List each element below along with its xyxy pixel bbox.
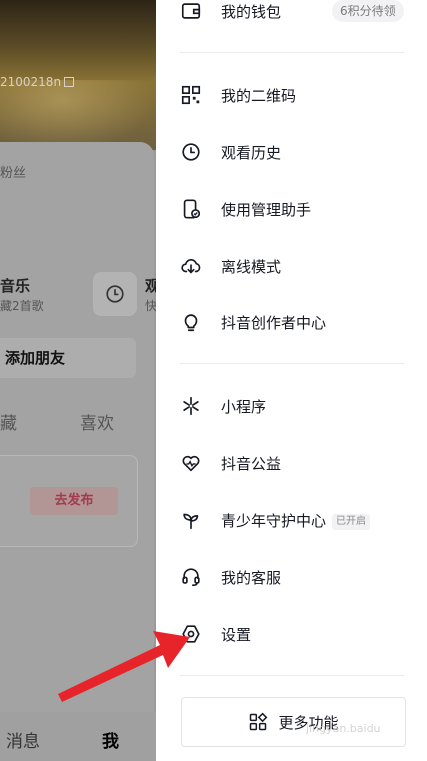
divider — [180, 52, 404, 53]
phone-manage-icon — [180, 198, 202, 220]
menu-item-label: 观看历史 — [221, 143, 282, 162]
nav-me[interactable]: 我 — [102, 727, 119, 752]
menu-item-label: 我的二维码 — [221, 86, 297, 105]
menu-item-creator-center[interactable]: 抖音创作者中心 — [156, 300, 427, 344]
teen-protection-label: 青少年守护中心 — [221, 511, 327, 530]
enabled-tag: 已开启 — [332, 513, 371, 530]
points-badge[interactable]: 6积分待领 — [332, 0, 404, 22]
menu-item-label: 小程序 — [221, 397, 267, 416]
menu-item-label: 我的钱包 — [221, 2, 282, 21]
add-friend-label: 添加朋友 — [5, 349, 66, 367]
publish-button[interactable]: 去发布 — [30, 487, 118, 515]
add-friend-button[interactable]: 添加朋友 — [0, 338, 136, 378]
menu-item-usage-assistant[interactable]: 使用管理助手 — [156, 187, 427, 231]
mini-program-icon — [180, 395, 202, 417]
profile-page-background: 2100218n 粉丝 音乐 藏2首歌 观 快 添加朋友 藏 喜欢 去发布 消息… — [0, 0, 156, 761]
profile-card — [0, 142, 154, 761]
divider — [180, 675, 404, 676]
history-card-title: 观 — [145, 277, 156, 295]
qr-code-icon — [180, 84, 202, 106]
music-card-title[interactable]: 音乐 — [0, 275, 30, 296]
menu-item-customer-service[interactable]: 我的客服 — [156, 555, 427, 599]
headset-icon — [180, 566, 202, 588]
menu-item-qr-code[interactable]: 我的二维码 — [156, 73, 427, 117]
divider — [180, 363, 404, 364]
menu-item-wallet[interactable]: 我的钱包 6积分待领 — [156, 0, 427, 33]
watermark: jingyan.baidu — [306, 722, 381, 735]
tab-like[interactable]: 喜欢 — [80, 409, 114, 434]
nav-messages[interactable]: 消息 — [6, 727, 40, 752]
settings-hexagon-icon — [180, 623, 202, 645]
menu-item-label: 青少年守护中心 已开启 — [221, 510, 371, 531]
menu-item-offline-mode[interactable]: 离线模式 — [156, 244, 427, 288]
menu-item-label: 设置 — [221, 625, 252, 644]
clock-icon — [180, 141, 202, 163]
cloud-download-icon — [180, 255, 202, 277]
lightbulb-icon — [180, 311, 202, 333]
wallet-icon — [180, 0, 202, 22]
music-card-subtitle: 藏2首歌 — [0, 299, 44, 313]
menu-item-charity[interactable]: 抖音公益 — [156, 441, 427, 485]
qr-small-icon — [64, 77, 75, 87]
fans-label: 粉丝 — [0, 166, 27, 181]
menu-item-mini-programs[interactable]: 小程序 — [156, 384, 427, 428]
grid-apps-icon — [248, 712, 268, 732]
menu-item-settings[interactable]: 设置 — [156, 612, 427, 656]
clock-icon — [106, 285, 124, 303]
menu-item-label: 使用管理助手 — [221, 200, 312, 219]
user-id: 2100218n — [0, 75, 75, 89]
menu-item-label: 我的客服 — [221, 568, 282, 587]
charity-heart-icon — [180, 452, 202, 474]
menu-item-label: 抖音公益 — [221, 454, 282, 473]
sprout-icon — [180, 509, 202, 531]
history-card-subtitle: 快 — [145, 299, 156, 313]
menu-item-watch-history[interactable]: 观看历史 — [156, 130, 427, 174]
tab-collect[interactable]: 藏 — [0, 409, 17, 434]
menu-item-label: 抖音创作者中心 — [221, 313, 327, 332]
menu-item-teen-protection[interactable]: 青少年守护中心 已开启 — [156, 498, 427, 542]
side-drawer: 我的钱包 6积分待领 我的二维码 观看历史 使用管理助手 离线模式 抖音创作者中… — [156, 0, 427, 761]
history-card-icon[interactable] — [93, 272, 137, 316]
menu-item-label: 离线模式 — [221, 257, 282, 276]
